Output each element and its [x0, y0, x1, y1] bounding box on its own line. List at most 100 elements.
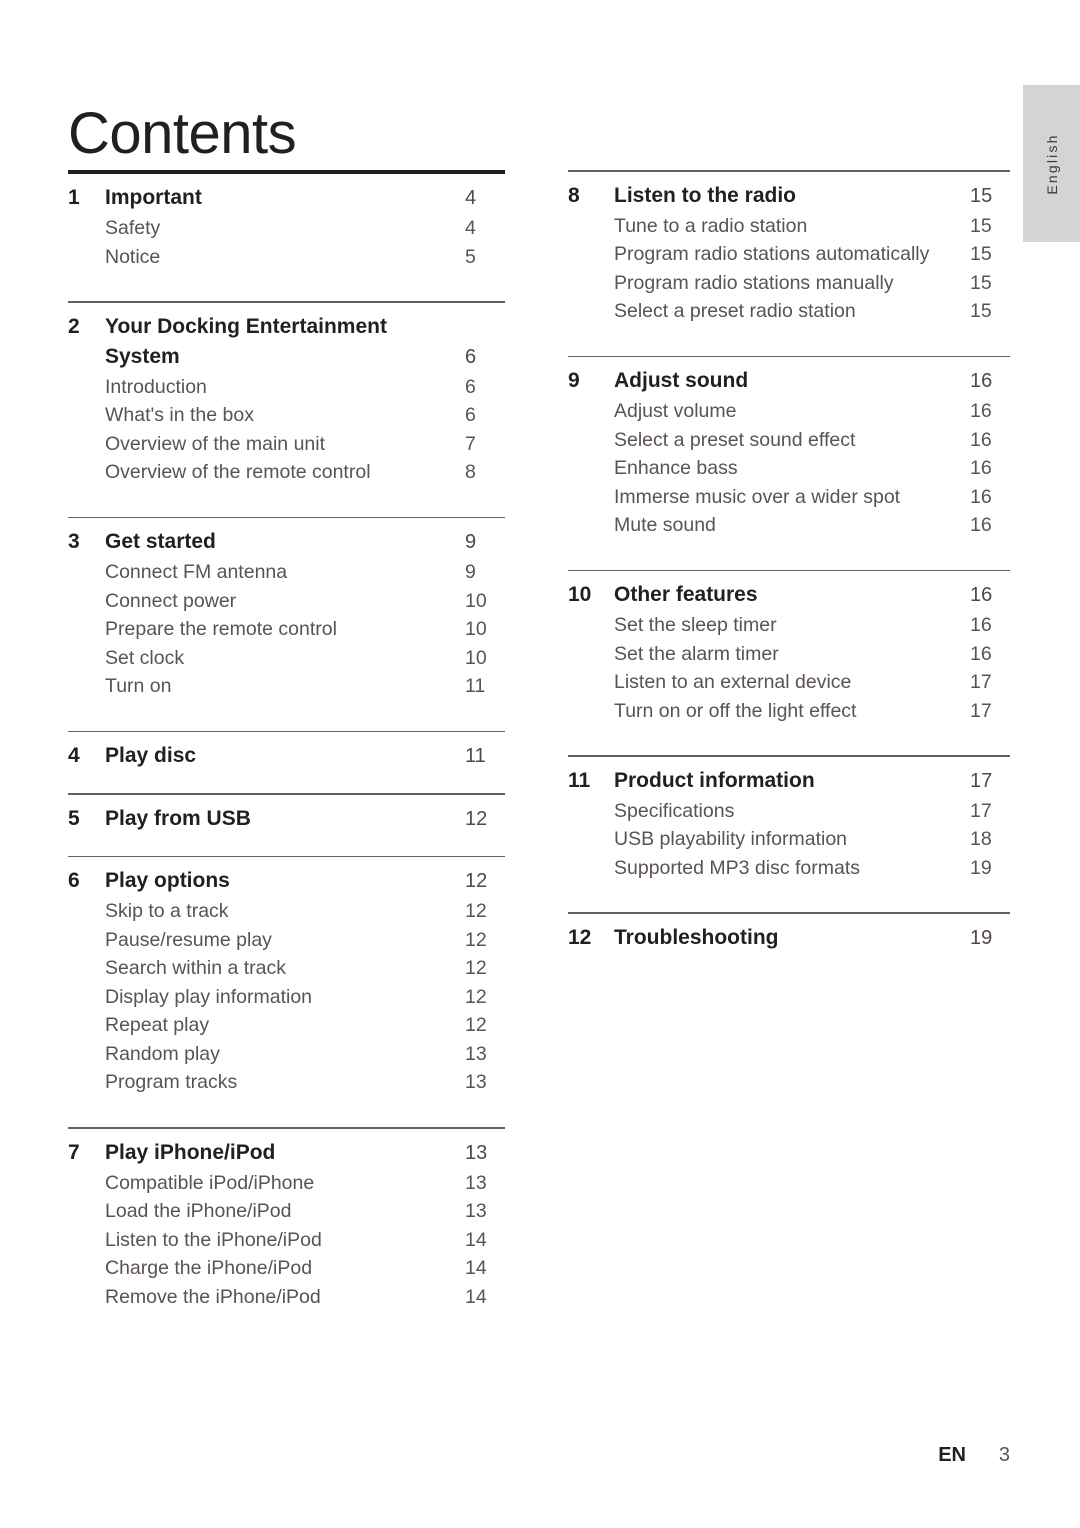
- toc-section-heading[interactable]: 9 Adjust sound 16: [568, 366, 1010, 396]
- section-divider: [68, 170, 505, 174]
- toc-entry[interactable]: Repeat play 12: [68, 1011, 505, 1040]
- toc-section-heading[interactable]: 1 Important 4: [68, 183, 505, 213]
- toc-entry-label: Introduction: [105, 375, 207, 398]
- toc-entry-label: Select a preset sound effect: [614, 428, 856, 451]
- language-tab-label: English: [1043, 132, 1060, 195]
- toc-entry[interactable]: Program tracks 13: [68, 1068, 505, 1097]
- section-divider: [68, 730, 505, 733]
- toc-entry-page-number: 13: [465, 1200, 487, 1223]
- page-footer: EN 3: [0, 1444, 1010, 1467]
- toc-entry-label: Specifications: [614, 799, 735, 822]
- toc-section-heading[interactable]: 10 Other features 16: [568, 580, 1010, 610]
- section-title: Important: [105, 186, 202, 209]
- toc-section: 8 Listen to the radio 15 Tune to a radio st…: [568, 170, 1010, 356]
- toc-entry[interactable]: Program radio stations manually 15: [568, 269, 1010, 298]
- toc-entry[interactable]: Skip to a track 12: [68, 897, 505, 926]
- toc-entry-label: Repeat play: [105, 1014, 210, 1037]
- toc-entry-page-number: 17: [970, 699, 992, 722]
- toc-entry-page-number: 15: [970, 214, 992, 237]
- toc-entry-label: Compatible iPod/iPhone: [105, 1171, 315, 1194]
- toc-section-heading[interactable]: 11 Product information 17: [568, 766, 1010, 796]
- section-title: Product information: [614, 768, 815, 792]
- toc-entry[interactable]: Prepare the remote control 10: [68, 615, 505, 644]
- toc-entry[interactable]: Select a preset radio station 15: [568, 297, 1010, 326]
- toc-entry-page-number: 12: [465, 1014, 487, 1037]
- toc-entry[interactable]: Mute sound 16: [568, 511, 1010, 540]
- toc-entry[interactable]: USB playability information 18: [568, 825, 1010, 854]
- toc-entry-label: Charge the iPhone/iPod: [105, 1257, 313, 1280]
- toc-entry[interactable]: Random play 13: [68, 1040, 505, 1069]
- toc-section-heading[interactable]: 8 Listen to the radio 15: [568, 181, 1010, 211]
- toc-entry[interactable]: Program radio stations automatically 15: [568, 240, 1010, 269]
- toc-section-heading[interactable]: 3 Get started 9: [68, 527, 505, 557]
- section-divider: [568, 912, 1010, 914]
- toc-entry[interactable]: Charge the iPhone/iPod 14: [68, 1254, 505, 1283]
- toc-subentry-list: Tune to a radio station 15 Program radio s…: [568, 212, 1010, 326]
- toc-entry-label: Enhance bass: [614, 457, 738, 480]
- toc-section-heading[interactable]: 2 Your Docking Entertainment System 6: [68, 312, 505, 372]
- toc-entry[interactable]: Overview of the main unit 7: [68, 430, 505, 459]
- section-title: Listen to the radio: [614, 183, 797, 207]
- toc-entry[interactable]: Select a preset sound effect 16: [568, 426, 1010, 455]
- toc-entry[interactable]: Set clock 10: [68, 644, 505, 673]
- toc-entry[interactable]: Set the sleep timer 16: [568, 611, 1010, 640]
- section-title: Play disc: [105, 744, 197, 768]
- toc-entry-page-number: 6: [465, 375, 476, 398]
- toc-entry[interactable]: Compatible iPod/iPhone 13: [68, 1169, 505, 1198]
- toc-section-heading[interactable]: 12 Troubleshooting 19: [568, 923, 1010, 953]
- toc-entry[interactable]: Listen to the iPhone/iPod 14: [68, 1226, 505, 1255]
- section-title: Troubleshooting: [614, 925, 779, 949]
- toc-section: 7 Play iPhone/iPod 13 Compatible iPod/iPhon…: [68, 1126, 505, 1341]
- section-number: 9: [568, 369, 580, 393]
- toc-entry[interactable]: Connect FM antenna 9: [68, 558, 505, 587]
- section-page-number: 13: [465, 1141, 488, 1164]
- toc-entry[interactable]: Notice 5: [68, 243, 505, 272]
- toc-entry-label: Set the sleep timer: [614, 614, 777, 637]
- toc-entry[interactable]: Supported MP3 disc formats 19: [568, 854, 1010, 883]
- language-tab: English: [1023, 85, 1080, 242]
- section-divider: [568, 569, 1010, 572]
- toc-entry-label: Load the iPhone/iPod: [105, 1200, 292, 1223]
- toc-entry[interactable]: Set the alarm timer 16: [568, 640, 1010, 669]
- toc-entry[interactable]: Display play information 12: [68, 983, 505, 1012]
- toc-section-heading[interactable]: 4 Play disc 11: [68, 741, 505, 771]
- toc-entry[interactable]: Enhance bass 16: [568, 454, 1010, 483]
- toc-entry-label: Program tracks: [105, 1071, 238, 1094]
- toc-entry-page-number: 9: [465, 561, 476, 584]
- toc-entry[interactable]: Listen to an external device 17: [568, 668, 1010, 697]
- toc-entry-page-number: 11: [465, 675, 486, 698]
- section-number: 7: [68, 1140, 80, 1164]
- toc-entry[interactable]: Turn on 11: [68, 672, 505, 701]
- toc-entry[interactable]: Turn on or off the light effect 17: [568, 697, 1010, 726]
- toc-section: 10 Other features 16 Set the sleep timer 16 S…: [568, 569, 1010, 756]
- toc-entry-page-number: 16: [970, 614, 992, 637]
- toc-entry[interactable]: Introduction 6: [68, 373, 505, 402]
- section-number: 12: [568, 925, 592, 949]
- toc-entry[interactable]: Adjust volume 16: [568, 397, 1010, 426]
- toc-entry-page-number: 13: [465, 1171, 487, 1194]
- toc-entry[interactable]: Safety 4: [68, 214, 505, 243]
- toc-entry[interactable]: Load the iPhone/iPod 13: [68, 1197, 505, 1226]
- toc-entry-page-number: 14: [465, 1285, 487, 1308]
- toc-section: 4 Play disc 11: [68, 730, 505, 794]
- toc-entry[interactable]: Pause/resume play 12: [68, 926, 505, 955]
- toc-section-heading[interactable]: 5 Play from USB 12: [68, 804, 505, 834]
- toc-entry[interactable]: Tune to a radio station 15: [568, 212, 1010, 241]
- section-number: 8: [568, 183, 580, 207]
- toc-entry[interactable]: Search within a track 12: [68, 954, 505, 983]
- toc-entry-label: Prepare the remote control: [105, 618, 337, 641]
- toc-section-heading[interactable]: 6 Play options 12: [68, 866, 505, 896]
- toc-entry-label: Overview of the remote control: [105, 461, 371, 484]
- toc-entry[interactable]: What's in the box 6: [68, 401, 505, 430]
- section-divider: [68, 1126, 505, 1129]
- section-page-number: 19: [970, 926, 993, 949]
- toc-entry[interactable]: Immerse music over a wider spot 16: [568, 483, 1010, 512]
- toc-column-right: 8 Listen to the radio 15 Tune to a radio st…: [568, 170, 1010, 975]
- toc-entry[interactable]: Overview of the remote control 8: [68, 458, 505, 487]
- toc-entry[interactable]: Connect power 10: [68, 587, 505, 616]
- toc-entry[interactable]: Remove the iPhone/iPod 14: [68, 1283, 505, 1312]
- toc-entry[interactable]: Specifications 17: [568, 797, 1010, 826]
- toc-section-heading[interactable]: 7 Play iPhone/iPod 13: [68, 1138, 505, 1168]
